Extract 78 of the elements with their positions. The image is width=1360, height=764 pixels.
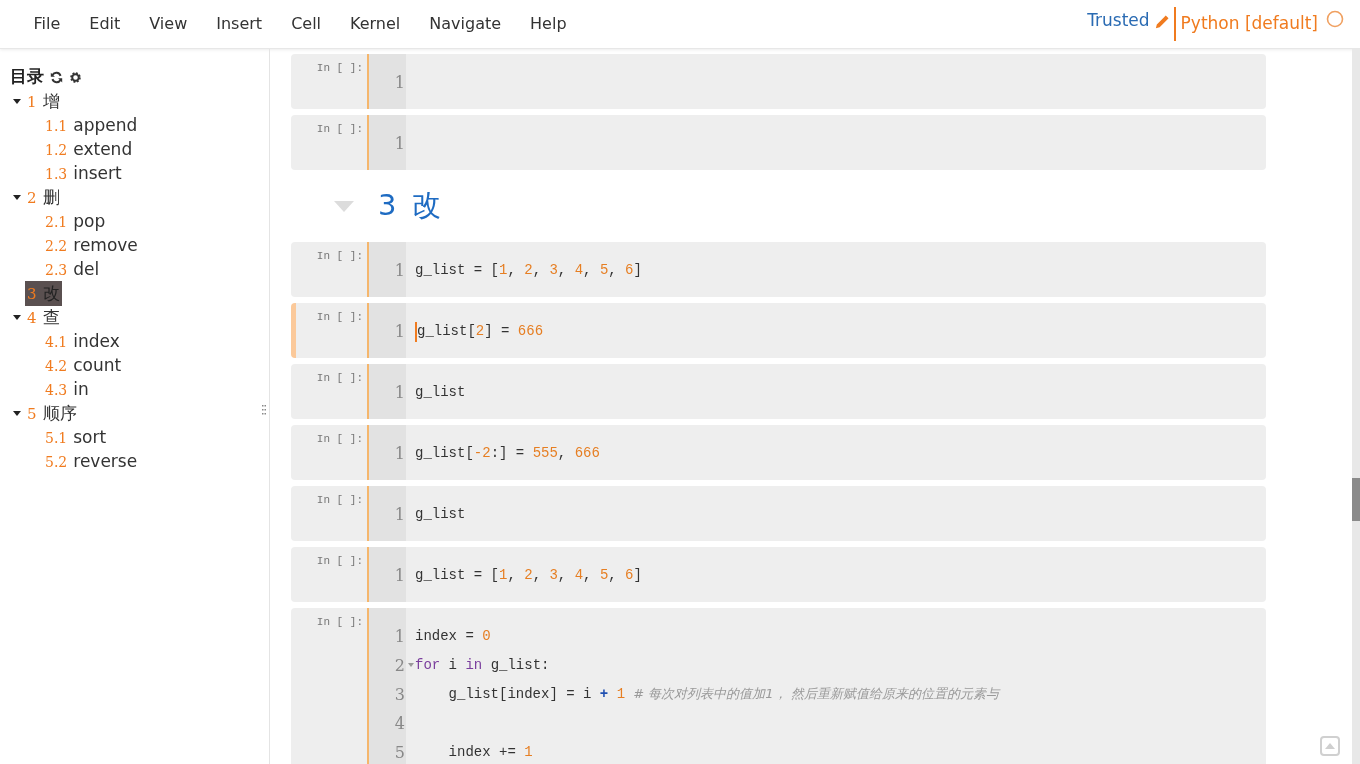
code-cell[interactable]: In [ ]: 1 g_list = [1, 2, 3, 4, 5, 6] — [291, 242, 1266, 297]
cell-prompt: In [ ]: — [316, 554, 363, 569]
cell-prompt: In [ ]: — [316, 61, 363, 76]
code-line: g_list — [415, 383, 466, 402]
text-cursor — [415, 321, 417, 342]
menu-item[interactable]: File — [19, 12, 75, 36]
code-cell[interactable]: In [ ]: 1 g_list — [291, 486, 1266, 541]
line-number: 1 — [394, 71, 406, 94]
menu-item[interactable]: Kernel — [335, 12, 415, 36]
code-line: g_list[-2:] = 555, 666 — [415, 444, 600, 463]
toc-entry[interactable]: 5 顺序 — [25, 400, 79, 426]
code-line: g_list — [415, 505, 466, 524]
settings-icon[interactable] — [69, 70, 82, 84]
code-cell[interactable]: In [ ]: 1 g_list = [1, 2, 3, 4, 5, 6] — [291, 547, 1266, 602]
line-number: 1 — [394, 625, 406, 648]
line-number: 2 — [394, 654, 406, 677]
caret-down-icon[interactable] — [13, 410, 21, 416]
cell-prompt: In [ ]: — [316, 615, 363, 630]
code-cell[interactable]: In [ ]: 1 2 3 4 5 index = 0 for i in g_list: g_list[index] = i + 1 # 每次对列表中的值加1， 然后重新赋值给原来的位置的元素与 index += 1 — [291, 608, 1266, 764]
kernel-idle-icon — [1326, 10, 1344, 28]
toc-entry[interactable]: 5.1 sort — [43, 424, 109, 450]
toc-entry[interactable]: 4.3 in — [43, 376, 91, 402]
line-number: 1 — [394, 259, 406, 282]
line-number: 3 — [394, 683, 406, 706]
toc-entry[interactable]: 1.1 append — [43, 112, 140, 138]
code-cell[interactable]: In [ ]: 1 — [291, 115, 1266, 170]
cell-prompt: In [ ]: — [316, 310, 363, 325]
line-number: 5 — [394, 741, 406, 764]
menu-item[interactable]: Cell — [276, 12, 336, 36]
menu-item[interactable]: View — [134, 12, 202, 36]
line-number: 1 — [394, 564, 406, 587]
code-line: g_list[2] = 666 — [417, 322, 544, 341]
toc-entry[interactable]: 4 查 — [25, 304, 62, 330]
line-number: 1 — [394, 442, 406, 465]
toc-entry[interactable]: 2 删 — [25, 184, 62, 210]
toc-title: 目录 — [10, 65, 44, 89]
toc-entry[interactable]: 2.2 remove — [43, 232, 140, 258]
cell-prompt: In [ ]: — [316, 371, 363, 386]
code-cell[interactable]: In [ ]: 1 g_list[-2:] = 555, 666 — [291, 425, 1266, 480]
section-heading: 3 改 — [378, 187, 442, 225]
cell-prompt: In [ ]: — [316, 249, 363, 264]
scrollbar-thumb[interactable] — [1352, 478, 1360, 521]
cell-prompt: In [ ]: — [316, 122, 363, 137]
caret-down-icon[interactable] — [13, 194, 21, 200]
code-cell[interactable]: In [ ]: 1 g_list[2] = 666 — [291, 303, 1266, 358]
toc-entry[interactable]: 4.1 index — [43, 328, 122, 354]
menu-item[interactable]: Help — [515, 12, 582, 36]
toc-entry[interactable]: 2.3 del — [43, 256, 102, 282]
line-number: 1 — [394, 320, 406, 343]
code-cell[interactable]: In [ ]: 1 g_list — [291, 364, 1266, 419]
code-line: index = 0 — [415, 627, 491, 646]
code-line: g_list = [1, 2, 3, 4, 5, 6] — [415, 261, 642, 280]
line-number: 1 — [394, 132, 406, 155]
menu-item[interactable]: Navigate — [414, 12, 516, 36]
resize-handle-icon[interactable] — [262, 405, 266, 415]
menu-item[interactable]: Insert — [201, 12, 277, 36]
trusted-indicator[interactable]: Trusted — [1087, 8, 1150, 34]
line-number: 4 — [394, 712, 406, 735]
cell-prompt: In [ ]: — [316, 493, 363, 508]
toc-entry[interactable]: 4.2 count — [43, 352, 124, 378]
code-line: index += 1 — [447, 743, 533, 762]
cell-prompt: In [ ]: — [316, 432, 363, 447]
code-line: g_list[index] = i + 1 # 每次对列表中的值加1， 然后重新赋值给原来的位置的元素与 — [447, 685, 999, 704]
toc-entry[interactable]: 1 增 — [25, 88, 62, 114]
toc-entry[interactable]: 2.1 pop — [43, 208, 108, 234]
pencil-icon[interactable] — [1153, 14, 1169, 30]
line-number: 1 — [394, 381, 406, 404]
code-line: for i in g_list: — [415, 656, 550, 675]
toc-entry[interactable]: 1.3 insert — [43, 160, 124, 186]
line-number: 1 — [394, 503, 406, 526]
code-cell[interactable]: In [ ]: 1 — [291, 54, 1266, 109]
toc-entry[interactable]: 1.2 extend — [43, 136, 135, 162]
refresh-icon[interactable] — [50, 70, 63, 84]
menu-item[interactable]: Edit — [74, 12, 135, 36]
caret-down-icon[interactable] — [13, 98, 21, 104]
toc-entry[interactable]: 5.2 reverse — [43, 448, 140, 474]
code-line: g_list = [1, 2, 3, 4, 5, 6] — [415, 566, 642, 585]
caret-down-icon[interactable] — [13, 314, 21, 320]
